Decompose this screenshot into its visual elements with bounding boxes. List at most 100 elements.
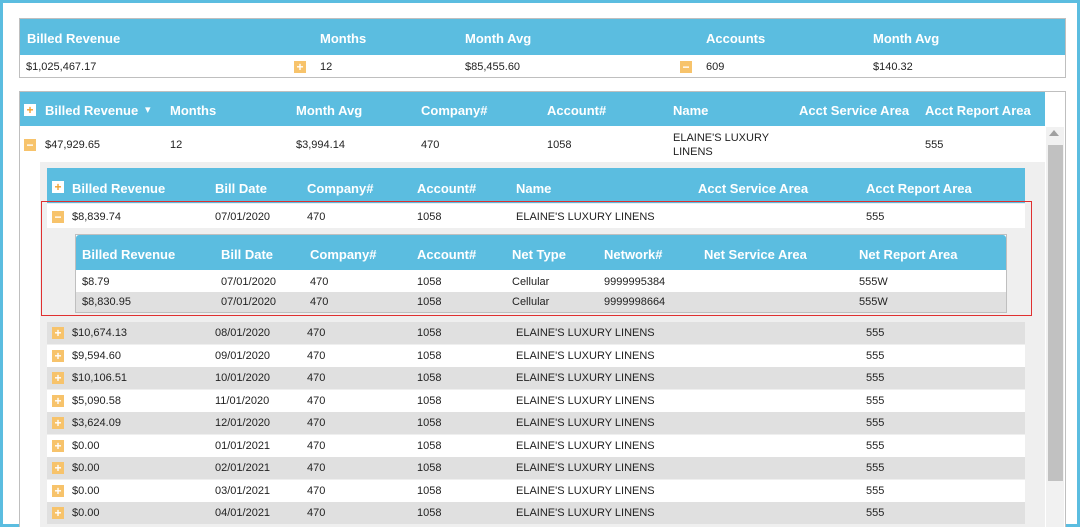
summary-month-avg-2-value: $140.32 xyxy=(873,61,913,73)
grid1-col-month-avg[interactable]: Month Avg xyxy=(296,103,362,118)
grid1-name-line1: ELAINE'S LUXURY xyxy=(673,132,770,144)
grid2-cell-bill-date: 01/01/2021 xyxy=(215,439,271,452)
grid2-cell-acct-report-area: 555 xyxy=(866,349,885,362)
grid2-cell-company: 470 xyxy=(307,349,326,362)
summary-col-month-avg: Month Avg xyxy=(465,31,532,46)
grid2-cell-name: ELAINE'S LUXURY LINENS xyxy=(516,417,655,429)
grid1-company: 470 xyxy=(421,139,440,151)
summary-billed-revenue: $1,025,467.17 xyxy=(26,61,97,73)
grid2-row-expand-icon[interactable]: + xyxy=(52,462,64,474)
grid2-cell-account: 1058 xyxy=(417,394,442,407)
grid1-expand-all-icon[interactable]: + xyxy=(24,104,36,116)
summary-expand-icon[interactable]: + xyxy=(294,61,306,73)
grid2-cell-account: 1058 xyxy=(417,417,442,429)
grid1-row-collapse-icon[interactable]: − xyxy=(24,139,36,151)
grid1-months: 12 xyxy=(170,139,183,151)
grid2-cell-billed-revenue: $0.00 xyxy=(72,439,100,452)
summary-months: 12 xyxy=(320,61,333,73)
grid1-col-billed-revenue[interactable]: Billed Revenue xyxy=(45,103,138,118)
grid2-col-bill-date[interactable]: Bill Date xyxy=(215,181,267,196)
grid2-col-company[interactable]: Company# xyxy=(307,181,373,196)
grid1-col-account[interactable]: Account# xyxy=(547,103,606,118)
grid2-cell-billed-revenue: $10,674.13 xyxy=(72,327,128,339)
grid2-cell-name: ELAINE'S LUXURY LINENS xyxy=(516,372,655,384)
grid2-cell-account: 1058 xyxy=(417,349,442,362)
grid2-cell-account: 1058 xyxy=(417,462,442,474)
grid1-col-acct-service-area[interactable]: Acct Service Area xyxy=(799,103,909,118)
grid2-cell-bill-date: 09/01/2020 xyxy=(215,349,271,362)
grid2-col-acct-report-area[interactable]: Acct Report Area xyxy=(866,181,972,196)
grid2-cell-account: 1058 xyxy=(417,484,442,497)
grid2-cell-name: ELAINE'S LUXURY LINENS xyxy=(516,327,655,339)
summary-col-billed-revenue: Billed Revenue xyxy=(27,31,121,46)
grid1-col-company[interactable]: Company# xyxy=(421,103,487,118)
grid2-cell-billed-revenue: $5,090.58 xyxy=(72,394,121,407)
grid2-cell-company: 470 xyxy=(307,462,326,474)
grid2-cell-company: 470 xyxy=(307,439,326,452)
grid2-cell-billed-revenue: $0.00 xyxy=(72,462,100,474)
grid2-cell-bill-date: 12/01/2020 xyxy=(215,417,271,429)
grid1-name-line2: LINENS xyxy=(673,146,713,158)
scrollbar-thumb[interactable] xyxy=(1048,145,1063,481)
grid1-account: 1058 xyxy=(547,139,572,151)
grid2-cell-billed-revenue: $0.00 xyxy=(72,484,100,497)
grid2-cell-name: ELAINE'S LUXURY LINENS xyxy=(516,507,655,519)
grid1-col-name[interactable]: Name xyxy=(673,103,708,118)
grid2-cell-name: ELAINE'S LUXURY LINENS xyxy=(516,462,655,474)
grid2-col-billed-revenue[interactable]: Billed Revenue xyxy=(72,181,165,196)
grid2-cell-account: 1058 xyxy=(417,507,442,519)
grid2-cell-bill-date: 02/01/2021 xyxy=(215,462,271,474)
grid2-cell-name: ELAINE'S LUXURY LINENS xyxy=(516,349,655,362)
grid2-row-expand-icon[interactable]: + xyxy=(52,349,64,362)
grid2-cell-acct-report-area: 555 xyxy=(866,462,885,474)
grid2-col-acct-service-area[interactable]: Acct Service Area xyxy=(698,181,808,196)
summary-col-months: Months xyxy=(320,31,367,46)
grid2-cell-company: 470 xyxy=(307,484,326,497)
grid2-cell-billed-revenue: $0.00 xyxy=(72,507,100,519)
grid2-col-name[interactable]: Name xyxy=(516,181,551,196)
grid2-cell-account: 1058 xyxy=(417,327,442,339)
grid2-cell-name: ELAINE'S LUXURY LINENS xyxy=(516,484,655,497)
grid2-col-account[interactable]: Account# xyxy=(417,181,476,196)
summary-accounts: 609 xyxy=(706,61,725,73)
grid2-cell-company: 470 xyxy=(307,507,326,519)
grid2-cell-acct-report-area: 555 xyxy=(866,439,885,452)
grid2-cell-acct-report-area: 555 xyxy=(866,507,885,519)
grid2-cell-bill-date: 04/01/2021 xyxy=(215,507,271,519)
grid2-row-expand-icon[interactable]: + xyxy=(52,417,64,429)
grid2-row-expand-icon[interactable]: + xyxy=(52,484,64,497)
grid2-row-expand-icon[interactable]: + xyxy=(52,372,64,384)
grid2-cell-company: 470 xyxy=(307,394,326,407)
scroll-up-arrow[interactable] xyxy=(1049,130,1059,136)
grid2-cell-billed-revenue: $10,106.51 xyxy=(72,372,128,384)
grid2-cell-acct-report-area: 555 xyxy=(866,394,885,407)
grid2-cell-account: 1058 xyxy=(417,372,442,384)
sort-desc-icon[interactable]: ▾ xyxy=(145,103,151,116)
grid1-month-avg: $3,994.14 xyxy=(296,139,345,151)
summary-month-avg: $85,455.60 xyxy=(465,61,521,73)
grid2-cell-acct-report-area: 555 xyxy=(866,327,885,339)
grid1-col-acct-report-area[interactable]: Acct Report Area xyxy=(925,103,1031,118)
grid2-cell-acct-report-area: 555 xyxy=(866,372,885,384)
grid2-cell-name: ELAINE'S LUXURY LINENS xyxy=(516,394,655,407)
grid2-cell-acct-report-area: 555 xyxy=(866,417,885,429)
grid2-cell-company: 470 xyxy=(307,372,326,384)
grid2-expand-all-icon[interactable]: + xyxy=(52,181,64,193)
grid2-row-expand-icon[interactable]: + xyxy=(52,394,64,407)
grid2-row-expand-icon[interactable]: + xyxy=(52,507,64,519)
grid2-cell-acct-report-area: 555 xyxy=(866,484,885,497)
grid2-cell-account: 1058 xyxy=(417,439,442,452)
highlight-annotation xyxy=(41,201,1032,316)
grid2-cell-bill-date: 03/01/2021 xyxy=(215,484,271,497)
summary-collapse-icon[interactable]: − xyxy=(680,61,692,73)
summary-col-month-avg-2: Month Avg xyxy=(873,31,940,46)
grid2-cell-bill-date: 11/01/2020 xyxy=(215,394,270,407)
grid2-row-expand-icon[interactable]: + xyxy=(52,439,64,452)
grid2-cell-bill-date: 08/01/2020 xyxy=(215,327,271,339)
grid1-col-months[interactable]: Months xyxy=(170,103,216,118)
grid2-cell-billed-revenue: $3,624.09 xyxy=(72,417,121,429)
grid2-cell-billed-revenue: $9,594.60 xyxy=(72,349,121,362)
grid1-acct-report-area: 555 xyxy=(925,139,944,151)
grid1-billed-revenue: $47,929.65 xyxy=(45,139,101,151)
grid2-row-expand-icon[interactable]: + xyxy=(52,327,64,339)
